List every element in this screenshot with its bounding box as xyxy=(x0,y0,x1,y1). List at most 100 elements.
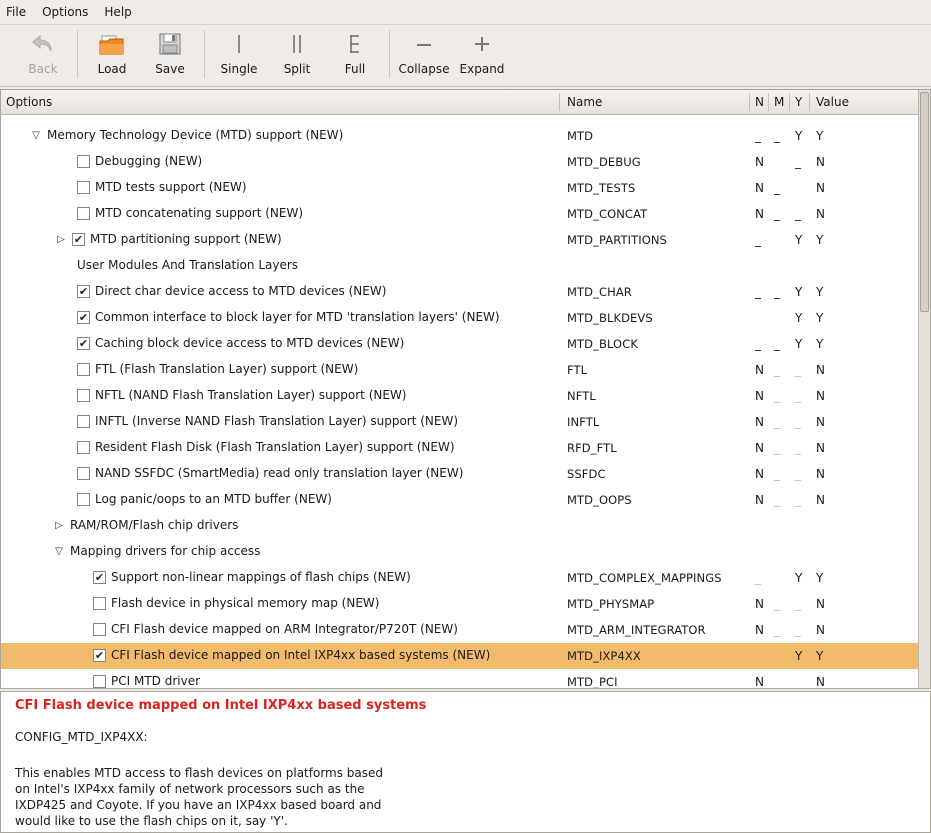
checked-checkbox[interactable]: ✔ xyxy=(93,648,106,662)
option-row[interactable]: NFTL (NAND Flash Translation Layer) supp… xyxy=(1,383,921,409)
scrollbar-thumb[interactable] xyxy=(920,92,929,312)
option-row[interactable]: ✔ Direct char device access to MTD device… xyxy=(1,279,921,305)
option-row[interactable]: ✔ Common interface to block layer for MTD… xyxy=(1,305,921,331)
option-row[interactable]: MTD concatenating support (NEW) MTD_CONCA… xyxy=(1,201,921,227)
option-row[interactable]: ▽ Mapping drivers for chip access xyxy=(1,539,921,565)
option-row[interactable]: ▷ RAM/ROM/Flash chip drivers xyxy=(1,513,921,539)
option-cell: ✔ Support non-linear mappings of flash ch… xyxy=(93,570,411,584)
col-n-value: N xyxy=(755,467,764,481)
col-value: N xyxy=(816,155,825,169)
option-cell: MTD tests support (NEW) xyxy=(77,180,247,194)
split-view-button[interactable]: Split xyxy=(268,25,326,83)
option-label: CFI Flash device mapped on Intel IXP4xx … xyxy=(111,648,491,662)
unchecked-checkbox[interactable] xyxy=(77,362,90,376)
col-value: N xyxy=(816,389,825,403)
col-m-value: _ xyxy=(774,363,780,377)
unchecked-checkbox[interactable] xyxy=(93,674,106,688)
option-row[interactable]: NAND SSFDC (SmartMedia) read only transl… xyxy=(1,461,921,487)
option-label: Resident Flash Disk (Flash Translation L… xyxy=(95,440,455,454)
checked-checkbox[interactable]: ✔ xyxy=(77,336,90,350)
col-n-value: N xyxy=(755,207,764,221)
unchecked-checkbox[interactable] xyxy=(93,596,106,610)
load-button[interactable]: Load xyxy=(83,25,141,83)
menu-help[interactable]: Help xyxy=(96,5,139,19)
option-row[interactable]: ✔ CFI Flash device mapped on Intel IXP4xx… xyxy=(1,643,921,669)
toolbar-separator xyxy=(389,30,390,78)
save-button[interactable]: Save xyxy=(141,25,199,83)
checked-checkbox[interactable]: ✔ xyxy=(77,284,90,298)
checked-checkbox[interactable]: ✔ xyxy=(77,310,90,324)
split-view-icon xyxy=(287,31,307,57)
option-row[interactable]: MTD tests support (NEW) MTD_TESTS N _ N xyxy=(1,175,921,201)
unchecked-checkbox[interactable] xyxy=(77,154,90,168)
single-view-button[interactable]: Single xyxy=(210,25,268,83)
col-value: N xyxy=(816,467,825,481)
unchecked-checkbox[interactable] xyxy=(93,622,106,636)
menu-options[interactable]: Options xyxy=(34,5,96,19)
column-divider[interactable] xyxy=(809,93,810,111)
full-view-button[interactable]: Full xyxy=(326,25,384,83)
unchecked-checkbox[interactable] xyxy=(77,180,90,194)
column-value[interactable]: Value xyxy=(816,95,849,109)
option-row[interactable]: FTL (Flash Translation Layer) support (N… xyxy=(1,357,921,383)
option-row[interactable]: Debugging (NEW) MTD_DEBUG N _ N xyxy=(1,149,921,175)
column-divider[interactable] xyxy=(749,93,750,111)
option-row[interactable]: Flash device in physical memory map (NEW… xyxy=(1,591,921,617)
help-config-symbol: CONFIG_MTD_IXP4XX: xyxy=(15,730,148,744)
checked-checkbox[interactable]: ✔ xyxy=(72,232,85,246)
col-m-value: _ xyxy=(774,441,780,455)
col-m-value: _ xyxy=(774,129,780,143)
unchecked-checkbox[interactable] xyxy=(77,206,90,220)
unchecked-checkbox[interactable] xyxy=(77,388,90,402)
help-pane: CFI Flash device mapped on Intel IXP4xx … xyxy=(0,691,931,833)
single-label: Single xyxy=(220,62,258,76)
option-symbol: MTD_OOPS xyxy=(567,493,632,507)
options-tree[interactable]: Options Name N M Y Value ▽ Memory Technol… xyxy=(0,89,931,689)
column-divider[interactable] xyxy=(789,93,790,111)
expand-triangle-icon[interactable]: ▷ xyxy=(56,234,66,245)
option-row[interactable]: User Modules And Translation Layers xyxy=(1,253,921,279)
column-options[interactable]: Options xyxy=(6,95,52,109)
col-n-value: N xyxy=(755,441,764,455)
option-label: NFTL (NAND Flash Translation Layer) supp… xyxy=(95,388,407,402)
option-label: Support non-linear mappings of flash chi… xyxy=(111,570,411,584)
column-m[interactable]: M xyxy=(774,95,784,109)
unchecked-checkbox[interactable] xyxy=(77,414,90,428)
option-label: Flash device in physical memory map (NEW… xyxy=(111,596,380,610)
column-divider[interactable] xyxy=(768,93,769,111)
option-label: PCI MTD driver xyxy=(111,674,201,688)
unchecked-checkbox[interactable] xyxy=(77,492,90,506)
option-row[interactable]: INFTL (Inverse NAND Flash Translation La… xyxy=(1,409,921,435)
option-row[interactable]: ▽ Memory Technology Device (MTD) support … xyxy=(1,123,921,149)
tree-scrollbar[interactable] xyxy=(918,90,930,688)
col-y-value: _ xyxy=(795,493,801,507)
checked-checkbox[interactable]: ✔ xyxy=(93,570,106,584)
expand-triangle-icon[interactable]: ▷ xyxy=(54,520,64,531)
expand-button[interactable]: Expand xyxy=(453,25,511,83)
option-row[interactable]: Log panic/oops to an MTD buffer (NEW) MTD… xyxy=(1,487,921,513)
option-row[interactable]: CFI Flash device mapped on ARM Integrato… xyxy=(1,617,921,643)
collapse-button[interactable]: Collapse xyxy=(395,25,453,83)
option-row[interactable]: ▷ ✔ MTD partitioning support (NEW) MTD_PART… xyxy=(1,227,921,253)
unchecked-checkbox[interactable] xyxy=(77,440,90,454)
unchecked-checkbox[interactable] xyxy=(77,466,90,480)
option-row[interactable]: ✔ Caching block device access to MTD devi… xyxy=(1,331,921,357)
option-cell: Resident Flash Disk (Flash Translation L… xyxy=(77,440,455,454)
option-row[interactable]: ✔ Support non-linear mappings of flash ch… xyxy=(1,565,921,591)
column-divider[interactable] xyxy=(559,93,560,111)
option-row[interactable]: PCI MTD driver MTD_PCI N N xyxy=(1,669,921,688)
option-cell: ▷ RAM/ROM/Flash chip drivers xyxy=(54,518,238,532)
option-symbol: MTD_CONCAT xyxy=(567,207,648,221)
collapse-triangle-icon[interactable]: ▽ xyxy=(31,130,41,141)
col-y-value: Y xyxy=(795,337,803,351)
full-label: Full xyxy=(344,62,366,76)
column-y[interactable]: Y xyxy=(795,95,802,109)
column-name[interactable]: Name xyxy=(567,95,602,109)
option-row[interactable]: Resident Flash Disk (Flash Translation L… xyxy=(1,435,921,461)
menu-file[interactable]: File xyxy=(0,5,34,19)
help-title: CFI Flash device mapped on Intel IXP4xx … xyxy=(15,698,427,713)
option-cell: ▷ ✔ MTD partitioning support (NEW) xyxy=(56,232,282,246)
back-button[interactable]: Back xyxy=(14,25,72,83)
column-n[interactable]: N xyxy=(755,95,764,109)
collapse-triangle-icon[interactable]: ▽ xyxy=(54,546,64,557)
